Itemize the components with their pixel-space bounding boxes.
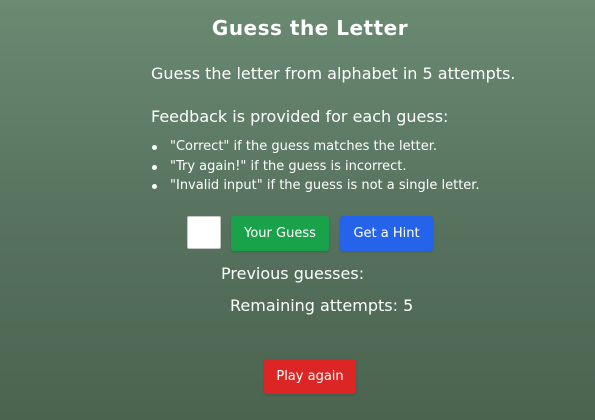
feedback-heading: Feedback is provided for each guess: [151,107,449,126]
page-title: Guess the Letter [211,16,409,40]
list-item: "Try again!" if the guess is incorrect. [151,157,480,177]
feedback-rules-list: "Correct" if the guess matches the lette… [151,137,480,196]
play-again-button[interactable]: Play again [264,359,356,394]
your-guess-button[interactable]: Your Guess [231,216,329,251]
list-item: "Correct" if the guess matches the lette… [151,137,480,157]
previous-guesses-label: Previous guesses: [221,264,365,283]
guess-input[interactable] [187,216,221,249]
list-item: "Invalid input" if the guess is not a si… [151,176,480,196]
instructions-text: Guess the letter from alphabet in 5 atte… [151,64,516,83]
remaining-attempts: Remaining attempts: 5 [230,296,414,315]
get-hint-button[interactable]: Get a Hint [340,216,433,251]
